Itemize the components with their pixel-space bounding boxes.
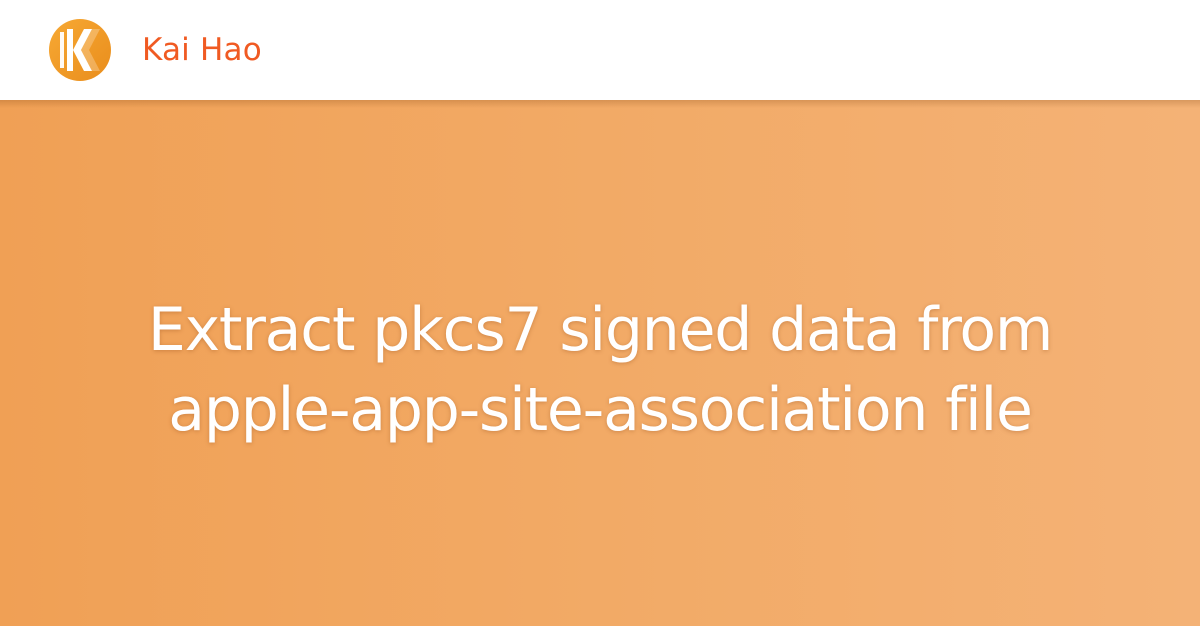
- social-card: Kai Hao Extract pkcs7 signed data from a…: [0, 0, 1200, 626]
- post-title-line-1: Extract pkcs7 signed data from: [147, 295, 1053, 365]
- header-shadow: [0, 100, 1200, 108]
- post-title-line-2: apple-app-site-association file: [168, 375, 1033, 445]
- site-header: Kai Hao: [0, 0, 1200, 100]
- k-logo-icon[interactable]: [48, 18, 112, 82]
- post-title: Extract pkcs7 signed data from apple-app…: [0, 290, 1200, 450]
- hero-banner: Extract pkcs7 signed data from apple-app…: [0, 100, 1200, 626]
- brand-name[interactable]: Kai Hao: [142, 29, 262, 71]
